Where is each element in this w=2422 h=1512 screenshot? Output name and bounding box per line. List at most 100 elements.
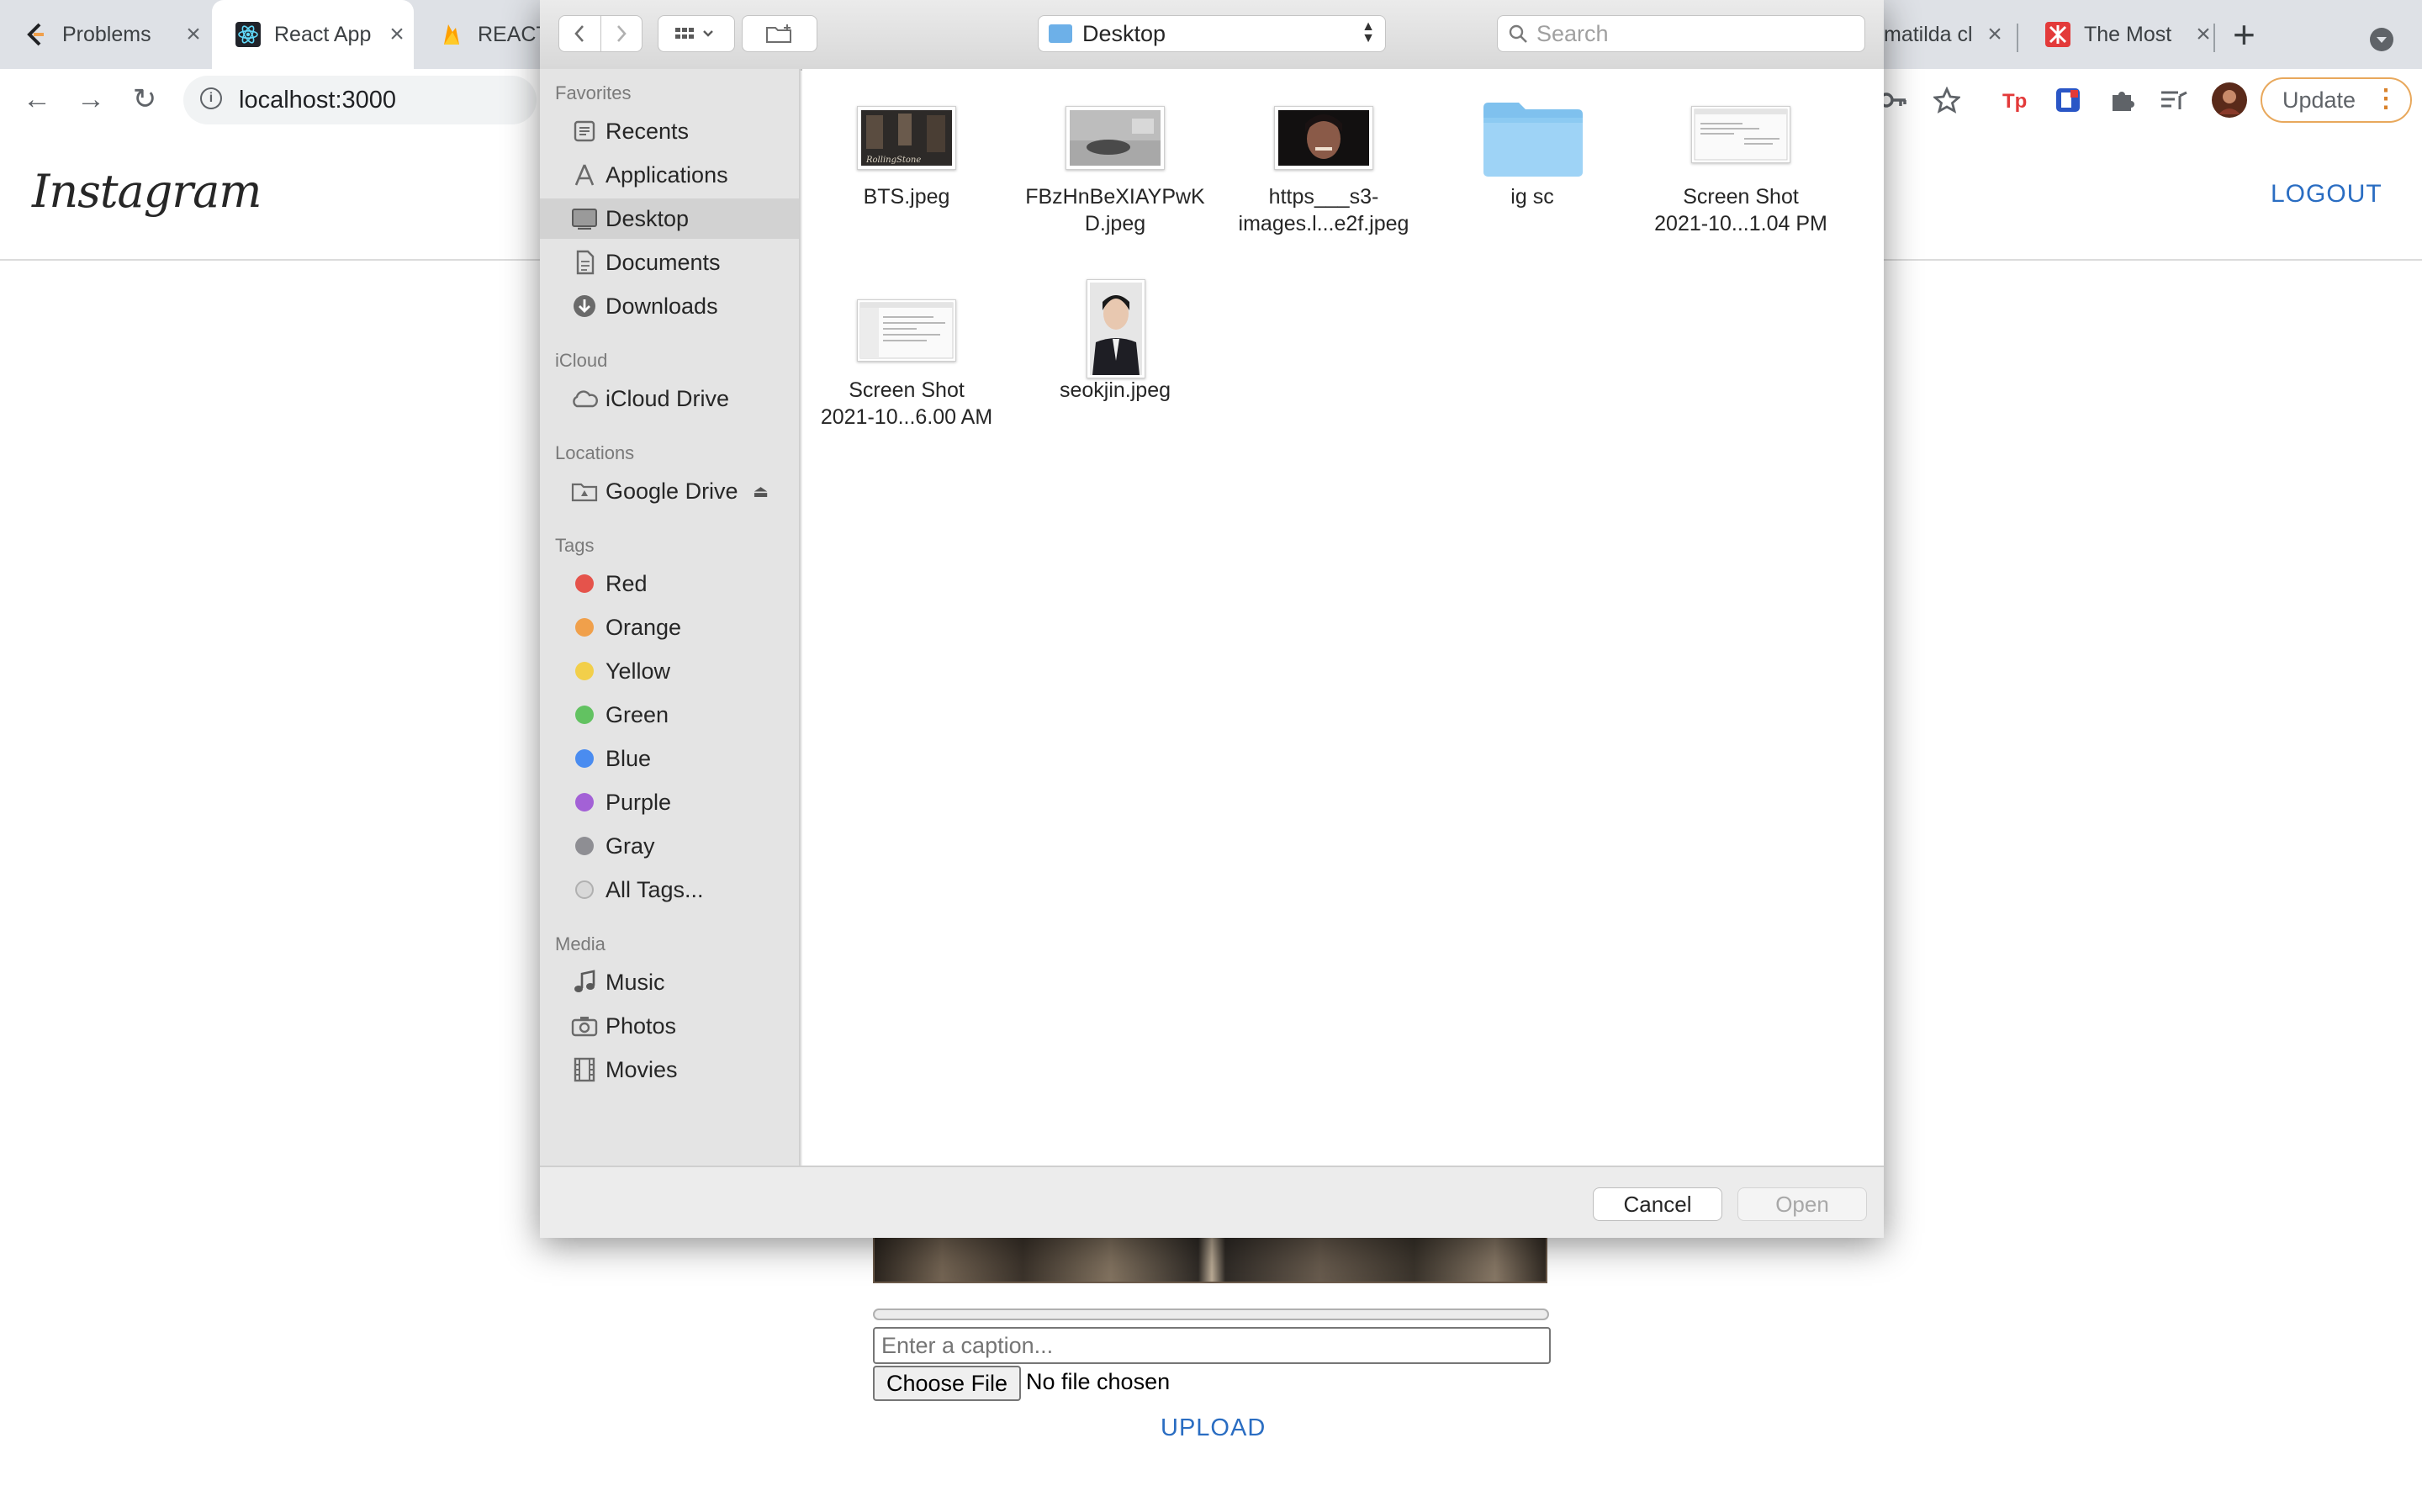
file-name: BTS.jpeg bbox=[863, 185, 950, 209]
sidebar-item-label: Applications bbox=[606, 161, 728, 188]
sidebar-heading-locations: Locations bbox=[555, 442, 635, 463]
search-field[interactable]: Search bbox=[1497, 15, 1865, 52]
file-item-https-s3[interactable]: https___s3- images.l...e2f.jpeg bbox=[1223, 99, 1425, 318]
site-info-icon[interactable]: i bbox=[200, 87, 222, 109]
file-name: Screen Shot 2021-10...1.04 PM bbox=[1654, 185, 1827, 235]
reading-list-icon[interactable] bbox=[2158, 84, 2190, 116]
documents-icon bbox=[570, 248, 599, 277]
tab-the-most[interactable]: The Most × bbox=[2022, 0, 2220, 69]
tab-search-icon[interactable] bbox=[2370, 28, 2393, 51]
new-folder-button[interactable] bbox=[742, 15, 817, 52]
back-icon[interactable]: ← bbox=[19, 81, 56, 118]
tab-firebase[interactable]: REACT bbox=[415, 0, 542, 69]
close-tab-icon[interactable]: × bbox=[380, 20, 414, 49]
new-tab-button[interactable]: + bbox=[2233, 15, 2255, 54]
screenshot-thumbnail-icon bbox=[857, 299, 956, 362]
sidebar-heading-favorites: Favorites bbox=[555, 82, 632, 103]
tab-problems[interactable]: Problems × bbox=[0, 0, 210, 69]
close-tab-icon[interactable]: × bbox=[1978, 20, 2012, 49]
sidebar-item-google-drive[interactable]: Google Drive ⏏ bbox=[540, 471, 799, 511]
address-bar[interactable]: i localhost:3000 bbox=[183, 76, 537, 124]
svg-text:RollingStone: RollingStone bbox=[865, 156, 921, 165]
update-label: Update bbox=[2282, 87, 2356, 113]
history-nav bbox=[558, 15, 643, 52]
sidebar-item-applications[interactable]: Applications bbox=[540, 155, 799, 195]
sidebar-item-icloud-drive[interactable]: iCloud Drive bbox=[540, 378, 799, 419]
sidebar-item-desktop[interactable]: Desktop bbox=[540, 198, 799, 239]
desktop-icon bbox=[570, 204, 599, 233]
choose-file-button[interactable]: Choose File bbox=[873, 1366, 1022, 1401]
open-button[interactable]: Open bbox=[1737, 1187, 1867, 1221]
sidebar-item-label: Desktop bbox=[606, 205, 690, 231]
caption-input[interactable] bbox=[873, 1327, 1551, 1364]
sidebar-item-downloads[interactable]: Downloads bbox=[540, 286, 799, 326]
applications-icon bbox=[570, 161, 599, 189]
more-menu-icon[interactable]: ⋮ bbox=[2373, 87, 2398, 112]
icon-grid-icon bbox=[675, 28, 713, 39]
sidebar-item-music[interactable]: Music bbox=[540, 962, 799, 1002]
file-item-seokjin[interactable]: seokjin.jpeg bbox=[1014, 278, 1216, 496]
pinterest-favicon-icon bbox=[2045, 22, 2070, 47]
tag-dot-icon bbox=[575, 574, 594, 593]
instagram-logo: Instagram bbox=[32, 165, 262, 218]
file-name: seokjin.jpeg bbox=[1059, 378, 1171, 402]
tab-separator bbox=[2213, 24, 2215, 52]
location-popup[interactable]: Desktop ▲ ▼ bbox=[1038, 15, 1386, 52]
tab-title: React App bbox=[274, 22, 372, 46]
eject-icon[interactable]: ⏏ bbox=[753, 481, 769, 502]
upload-progress-bar bbox=[873, 1308, 1549, 1320]
profile-avatar[interactable] bbox=[2212, 82, 2247, 118]
forward-icon[interactable]: → bbox=[72, 81, 109, 118]
sidebar-tag-orange[interactable]: Orange bbox=[540, 607, 799, 648]
sidebar-item-label: Purple bbox=[606, 789, 672, 815]
sidebar-item-label: Google Drive bbox=[606, 478, 738, 504]
extension-badge-icon[interactable] bbox=[2052, 84, 2084, 116]
sidebar-tag-purple[interactable]: Purple bbox=[540, 782, 799, 822]
location-label: Desktop bbox=[1082, 20, 1166, 46]
file-name: https___s3- images.l...e2f.jpeg bbox=[1238, 185, 1409, 235]
sidebar-tag-red[interactable]: Red bbox=[540, 563, 799, 604]
dialog-button-bar: Cancel Open bbox=[540, 1166, 1884, 1238]
forward-chevron-icon[interactable] bbox=[601, 16, 643, 51]
sidebar-item-documents[interactable]: Documents bbox=[540, 242, 799, 283]
close-tab-icon[interactable]: × bbox=[2187, 20, 2220, 49]
file-item-screenshot-2[interactable]: Screen Shot 2021-10...6.00 AM bbox=[806, 294, 1007, 513]
tp-extension-icon[interactable]: Tp bbox=[2000, 84, 2032, 116]
sidebar-item-recents[interactable]: Recents bbox=[540, 111, 799, 151]
reload-icon[interactable]: ↻ bbox=[126, 81, 163, 118]
sidebar-tag-gray[interactable]: Gray bbox=[540, 826, 799, 866]
dialog-sidebar: Favorites Recents Applications Desktop D… bbox=[540, 69, 801, 1166]
sidebar-item-label: Movies bbox=[606, 1056, 678, 1082]
back-chevron-icon[interactable] bbox=[559, 16, 601, 51]
sidebar-item-photos[interactable]: Photos bbox=[540, 1006, 799, 1046]
film-icon bbox=[570, 1055, 599, 1084]
sidebar-tag-green[interactable]: Green bbox=[540, 695, 799, 735]
update-button[interactable]: Update ⋮ bbox=[2261, 77, 2412, 123]
view-mode-button[interactable] bbox=[658, 15, 735, 52]
file-item-bts[interactable]: RollingStone BTS.jpeg bbox=[806, 99, 1007, 318]
logout-button[interactable]: LOGOUT bbox=[2271, 180, 2382, 209]
tab-title: The Most bbox=[2084, 22, 2172, 46]
sidebar-tag-yellow[interactable]: Yellow bbox=[540, 651, 799, 691]
folder-item-ig-sc[interactable]: ig sc bbox=[1431, 99, 1633, 318]
folder-icon bbox=[1482, 99, 1584, 180]
tab-react-app[interactable]: React App × bbox=[212, 0, 414, 69]
sidebar-tag-all[interactable]: All Tags... bbox=[540, 870, 799, 910]
downloads-icon bbox=[570, 292, 599, 320]
leetcode-favicon-icon bbox=[24, 22, 49, 47]
sidebar-item-movies[interactable]: Movies bbox=[540, 1049, 799, 1090]
file-open-dialog: Desktop ▲ ▼ Search Favorites Recents Appl… bbox=[540, 0, 1884, 1238]
close-tab-icon[interactable]: × bbox=[177, 20, 210, 49]
file-item-screenshot-1[interactable]: Screen Shot 2021-10...1.04 PM bbox=[1640, 99, 1842, 318]
extensions-puzzle-icon[interactable] bbox=[2106, 84, 2138, 116]
music-icon bbox=[570, 968, 599, 997]
sidebar-tag-blue[interactable]: Blue bbox=[540, 738, 799, 779]
bookmark-star-icon[interactable] bbox=[1931, 84, 1963, 116]
file-name: Screen Shot 2021-10...6.00 AM bbox=[820, 378, 993, 429]
sidebar-item-label: iCloud Drive bbox=[606, 385, 730, 411]
upload-button[interactable]: UPLOAD bbox=[1161, 1414, 1266, 1442]
tab-matilda[interactable]: matilda cl × bbox=[1884, 0, 2012, 69]
search-placeholder: Search bbox=[1536, 20, 1609, 46]
cancel-button[interactable]: Cancel bbox=[1593, 1187, 1722, 1221]
firebase-favicon-icon bbox=[439, 22, 464, 47]
